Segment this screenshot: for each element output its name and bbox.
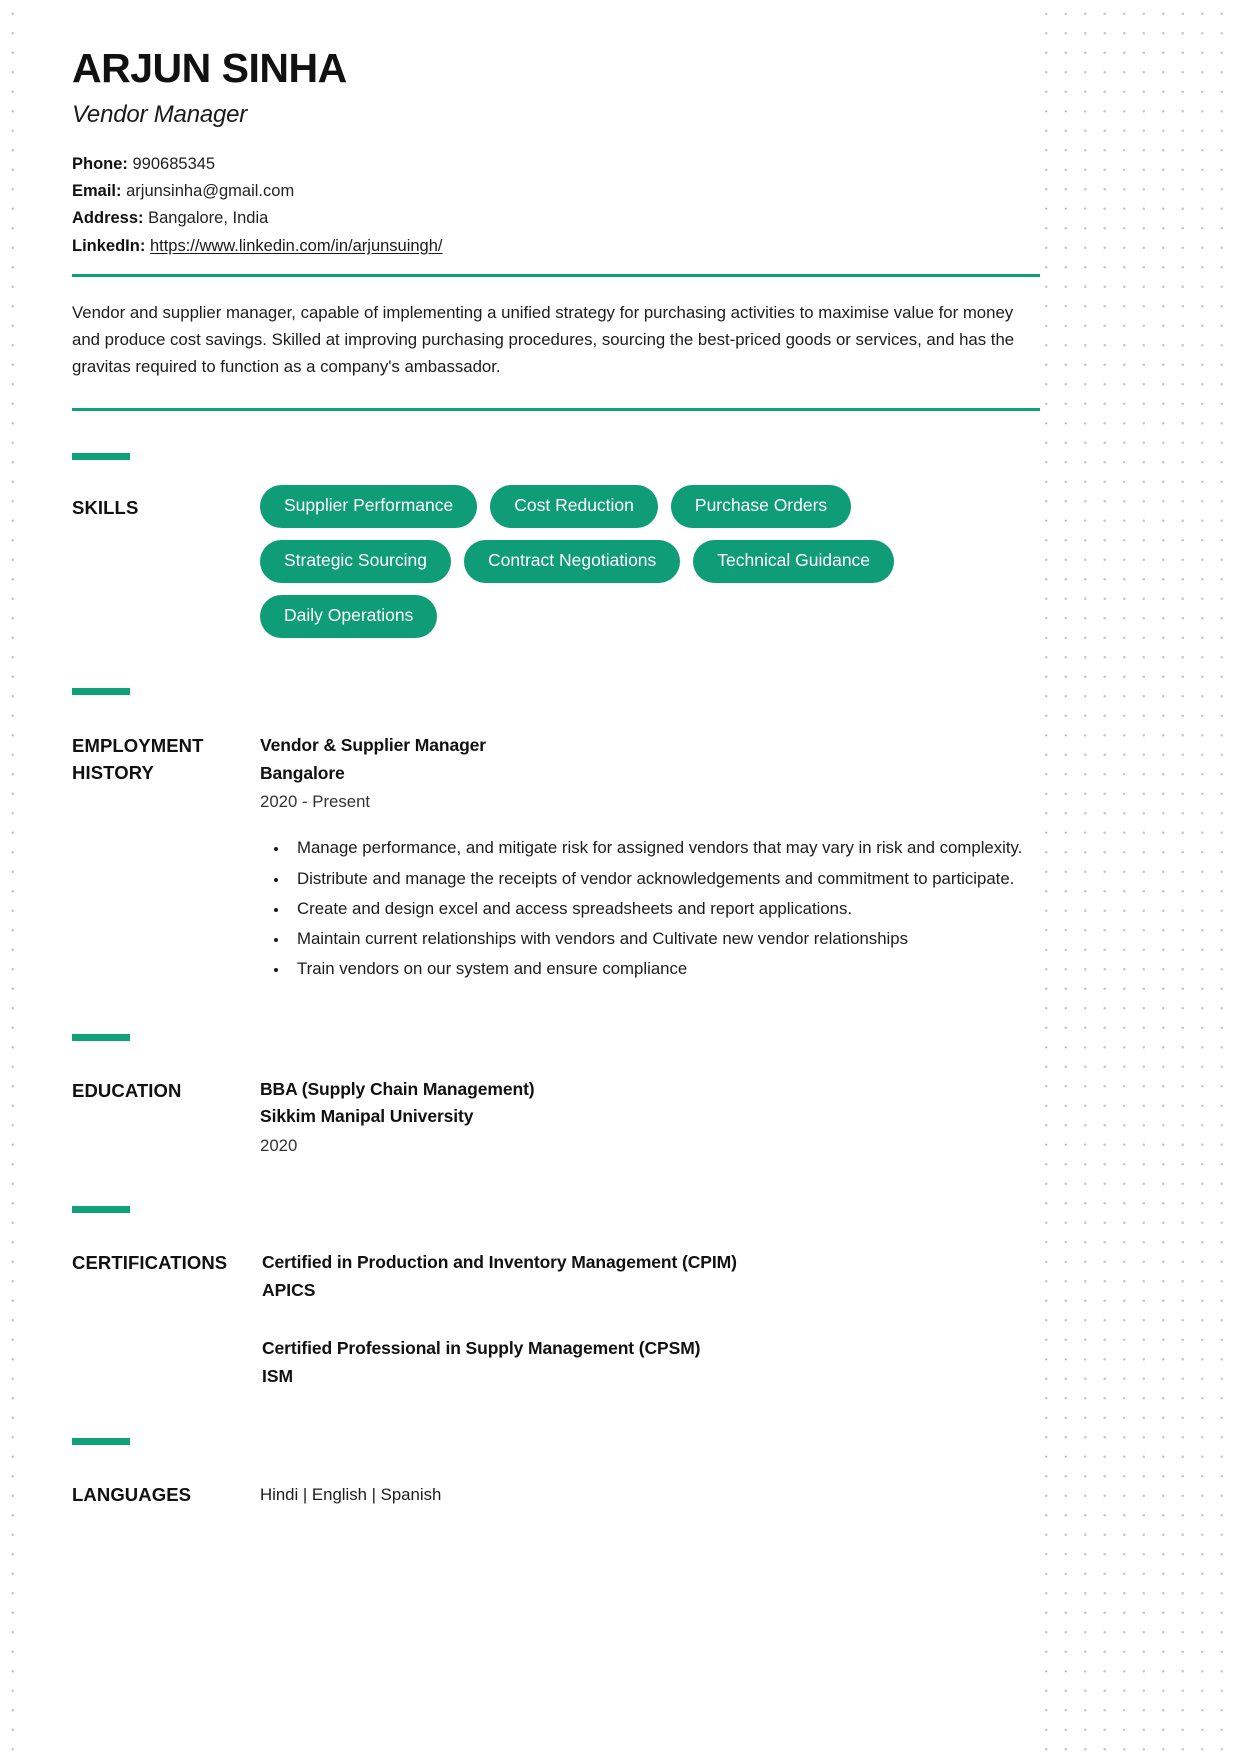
- skill-pill-list: Supplier Performance Cost Reduction Purc…: [260, 485, 1000, 639]
- education-section: EDUCATION BBA (Supply Chain Management) …: [72, 1033, 1168, 1156]
- languages-value: Hindi | English | Spanish: [260, 1484, 442, 1504]
- education-institution: Sikkim Manipal University: [260, 1106, 474, 1127]
- employment-section-body: Vendor & Supplier Manager Bangalore 2020…: [260, 688, 1168, 985]
- summary-divider-rule: [72, 408, 1040, 412]
- section-accent-tick-employment: [72, 688, 130, 696]
- employment-job-title: Vendor & Supplier Manager: [260, 735, 487, 756]
- skill-pill: Daily Operations: [260, 595, 438, 639]
- education-degree: BBA (Supply Chain Management): [260, 1078, 535, 1099]
- resume-header: ARJUN SINHA Vendor Manager Phone: 990685…: [72, 0, 1168, 260]
- skill-pill: Cost Reduction: [490, 485, 658, 529]
- skills-section-body: Supplier Performance Cost Reduction Purc…: [260, 453, 1168, 639]
- certification-entry: Certified Professional in Supply Managem…: [262, 1334, 1168, 1390]
- languages-section: LANGUAGES Hindi | English | Spanish: [72, 1437, 1168, 1509]
- certifications-section: CERTIFICATIONS Certified in Production a…: [72, 1205, 1168, 1390]
- contact-row-address: Address: Bangalore, India: [72, 205, 1168, 232]
- list-item: Distribute and manage the receipts of ve…: [289, 865, 1065, 893]
- certification-entry: Certified in Production and Inventory Ma…: [262, 1248, 1168, 1304]
- email-label: Email:: [72, 182, 122, 201]
- certification-issuer: APICS: [262, 1279, 316, 1300]
- resume-document: ARJUN SINHA Vendor Manager Phone: 990685…: [0, 0, 1240, 1755]
- section-accent-tick-certifications: [72, 1205, 130, 1213]
- address-label: Address:: [72, 209, 144, 228]
- certification-name: Certified in Production and Inventory Ma…: [262, 1251, 737, 1272]
- education-year: 2020: [260, 1135, 298, 1155]
- education-section-label: EDUCATION: [72, 1079, 182, 1101]
- languages-section-body: Hindi | English | Spanish: [260, 1438, 1168, 1509]
- certification-issuer: ISM: [262, 1365, 294, 1386]
- languages-section-label: LANGUAGES: [72, 1483, 192, 1505]
- certifications-section-label: CERTIFICATIONS: [72, 1251, 228, 1273]
- candidate-name: ARJUN SINHA: [72, 45, 347, 91]
- contact-row-phone: Phone: 990685345: [72, 151, 1168, 178]
- contact-row-linkedin: LinkedIn: https://www.linkedin.com/in/ar…: [72, 233, 1168, 260]
- list-item: Create and design excel and access sprea…: [289, 895, 1065, 923]
- contact-row-email: Email: arjunsinha@gmail.com: [72, 178, 1168, 205]
- skill-pill: Technical Guidance: [693, 540, 895, 584]
- certifications-section-body: Certified in Production and Inventory Ma…: [262, 1206, 1168, 1390]
- employment-label-line-2: HISTORY: [72, 761, 154, 783]
- email-value: arjunsinha@gmail.com: [121, 182, 295, 201]
- section-accent-tick-education: [72, 1033, 130, 1041]
- professional-summary-text: Vendor and supplier manager, capable of …: [72, 302, 1015, 376]
- address-value: Bangalore, India: [143, 209, 269, 228]
- employment-location: Bangalore: [260, 762, 345, 783]
- section-accent-tick-languages: [72, 1437, 130, 1445]
- certification-name: Certified Professional in Supply Managem…: [262, 1337, 701, 1358]
- employment-label-line-1: EMPLOYMENT: [72, 735, 204, 757]
- list-item: Manage performance, and mitigate risk fo…: [289, 834, 1065, 862]
- skill-pill: Strategic Sourcing: [260, 540, 451, 584]
- phone-label: Phone:: [72, 155, 128, 174]
- skill-pill: Supplier Performance: [260, 485, 478, 529]
- employment-date-range: 2020 - Present: [260, 792, 371, 812]
- employment-responsibility-list: Manage performance, and mitigate risk fo…: [260, 834, 1065, 983]
- phone-value: 990685345: [127, 155, 216, 174]
- list-item: Train vendors on our system and ensure c…: [289, 955, 1065, 983]
- education-section-body: BBA (Supply Chain Management) Sikkim Man…: [260, 1034, 1168, 1156]
- candidate-job-title: Vendor Manager: [72, 101, 248, 129]
- list-item: Maintain current relationships with vend…: [289, 925, 1065, 953]
- header-divider-rule: [72, 273, 1040, 277]
- employment-section-label: EMPLOYMENT HISTORY: [72, 688, 260, 985]
- employment-history-section: EMPLOYMENT HISTORY Vendor & Supplier Man…: [72, 688, 1168, 985]
- skill-pill: Contract Negotiations: [464, 540, 681, 584]
- contact-details: Phone: 990685345 Email: arjunsinha@gmail…: [72, 151, 1168, 259]
- linkedin-label: LinkedIn:: [72, 236, 146, 255]
- linkedin-url-link[interactable]: https://www.linkedin.com/in/arjunsuingh/: [150, 237, 443, 255]
- skill-pill: Purchase Orders: [670, 485, 852, 529]
- section-accent-tick-skills: [72, 453, 130, 461]
- skills-section-label: SKILLS: [72, 497, 139, 519]
- skills-section: SKILLS Supplier Performance Cost Reducti…: [72, 453, 1168, 639]
- employment-entry: Vendor & Supplier Manager Bangalore 2020…: [260, 732, 1168, 983]
